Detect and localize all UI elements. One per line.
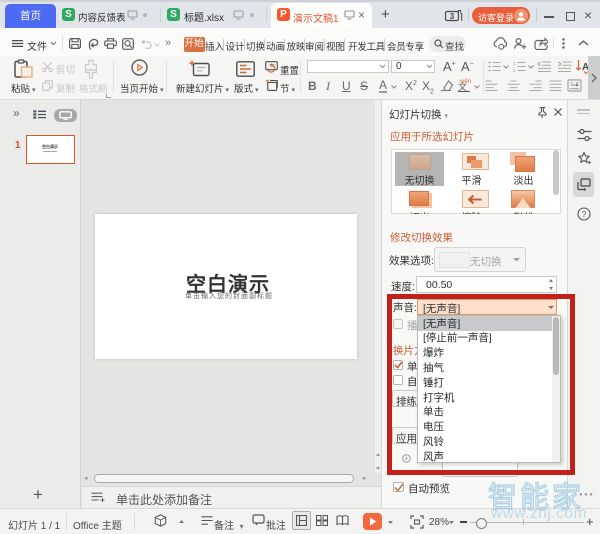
svg-text:1: 1: [513, 61, 516, 66]
svg-text:文: 文: [458, 81, 467, 92]
svg-text:?: ?: [582, 209, 587, 219]
svg-text:3: 3: [450, 12, 455, 21]
svg-text:2: 2: [513, 68, 516, 72]
